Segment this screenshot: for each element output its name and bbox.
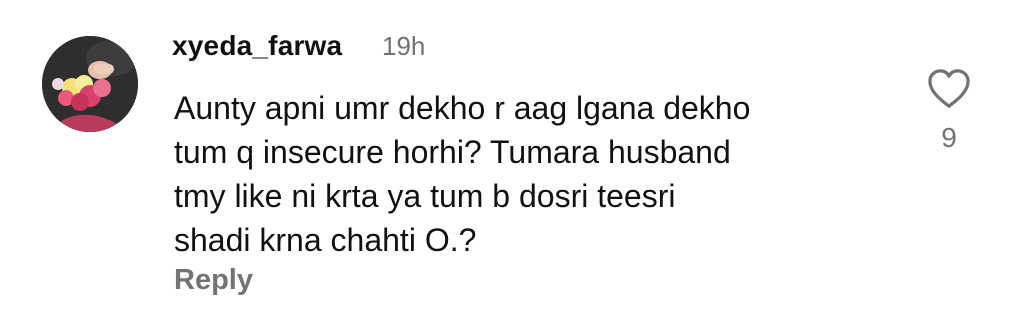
username[interactable]: xyeda_farwa <box>172 30 342 62</box>
avatar[interactable] <box>42 36 138 132</box>
comment-item: xyeda_farwa 19h Aunty apni umr dekho r a… <box>0 0 1024 324</box>
comment-text: Aunty apni umr dekho r aag lgana dekho t… <box>174 90 751 258</box>
like-button[interactable] <box>926 68 972 110</box>
heart-outline-icon <box>928 69 970 108</box>
like-count: 9 <box>941 122 957 153</box>
avatar-image <box>42 36 138 132</box>
timestamp: 19h <box>382 31 426 61</box>
reply-button[interactable]: Reply <box>174 264 253 297</box>
